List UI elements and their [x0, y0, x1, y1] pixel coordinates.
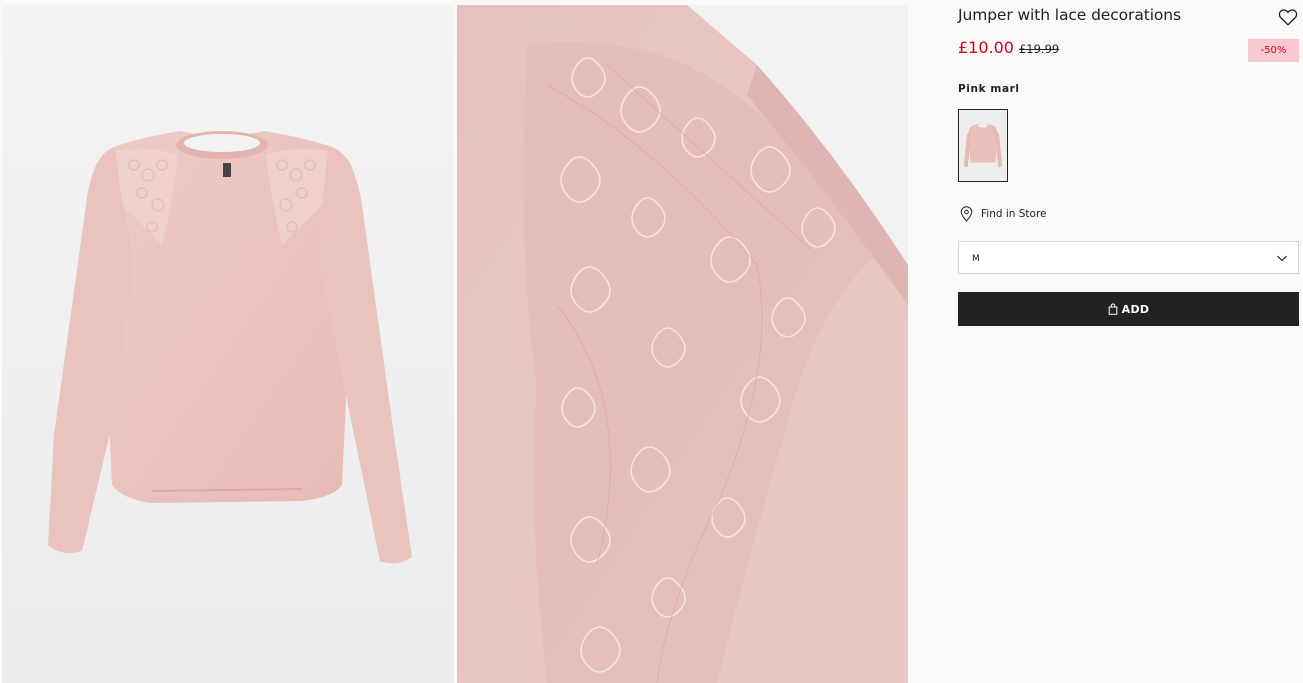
add-button-label: ADD [1121, 302, 1150, 316]
heart-outline-icon [1278, 9, 1298, 26]
favorite-button[interactable] [1277, 6, 1299, 28]
product-info-panel: Jumper with lace decorations £10.00 £19.… [958, 0, 1299, 683]
color-name-label: Pink marl [958, 83, 1020, 95]
add-to-bag-button[interactable]: ADD [958, 292, 1299, 326]
shopping-bag-icon [1108, 303, 1117, 315]
lace-closeup-illustration [457, 5, 908, 683]
product-image-main[interactable] [2, 5, 454, 683]
product-title: Jumper with lace decorations [958, 6, 1181, 24]
swatch-thumbnail [961, 112, 1005, 179]
size-select[interactable]: M [958, 241, 1299, 274]
product-image-detail[interactable] [457, 5, 908, 683]
find-in-store-link[interactable]: Find in Store [960, 206, 1047, 222]
size-selected-value: M [972, 254, 980, 264]
chevron-down-icon [1276, 252, 1288, 264]
discount-badge: -50% [1248, 39, 1299, 62]
sale-price: £10.00 [958, 38, 1014, 57]
product-page: Jumper with lace decorations £10.00 £19.… [0, 0, 1303, 683]
jumper-flat-illustration [2, 5, 454, 683]
price-row: £10.00 £19.99 [958, 38, 1059, 57]
color-swatch-pink-marl[interactable] [958, 109, 1008, 182]
find-in-store-label: Find in Store [981, 208, 1047, 220]
original-price: £19.99 [1018, 42, 1060, 56]
map-pin-icon [960, 206, 973, 222]
